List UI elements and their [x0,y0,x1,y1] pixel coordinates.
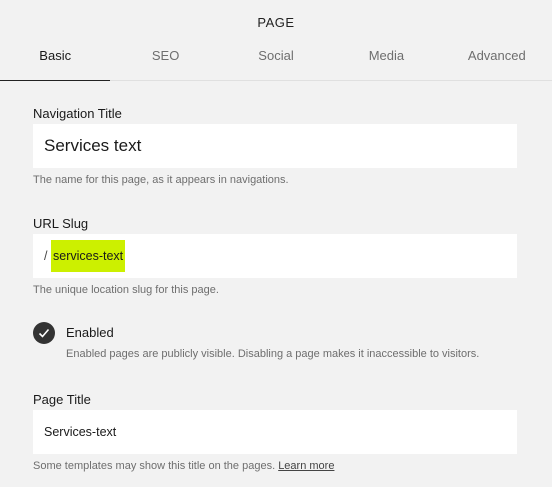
tab-advanced[interactable]: Advanced [442,40,552,80]
panel-title: PAGE [257,15,295,30]
enabled-description: Enabled pages are publicly visible. Disa… [66,348,480,360]
page-title-label: Page Title [33,392,91,407]
tab-basic[interactable]: Basic [0,40,111,81]
learn-more-link[interactable]: Learn more [278,460,334,472]
url-slug-value: services-text [51,240,126,272]
url-slug-prefix: / [44,249,48,263]
navigation-title-help: The name for this page, as it appears in… [33,174,289,186]
page-title-input[interactable]: Services-text [33,410,517,454]
navigation-title-label: Navigation Title [33,106,122,121]
url-slug-help: The unique location slug for this page. [33,284,219,296]
page-title-value: Services-text [44,425,117,439]
url-slug-input[interactable]: / services-text [33,234,517,278]
navigation-title-input[interactable]: Services text [33,124,517,168]
enabled-label: Enabled [66,325,114,340]
enabled-checkbox[interactable] [33,322,55,344]
tab-seo[interactable]: SEO [110,40,220,80]
page-settings-panel: PAGE Basic SEO Social Media Advanced Nav… [0,0,552,487]
page-title-help-row: Some templates may show this title on th… [33,460,334,472]
tab-social[interactable]: Social [221,40,331,80]
url-slug-label: URL Slug [33,216,89,231]
page-title-help: Some templates may show this title on th… [33,460,276,472]
tab-media[interactable]: Media [331,40,441,80]
tab-bar: Basic SEO Social Media Advanced [0,40,552,81]
navigation-title-value: Services text [44,136,142,155]
checkmark-icon [38,328,50,338]
